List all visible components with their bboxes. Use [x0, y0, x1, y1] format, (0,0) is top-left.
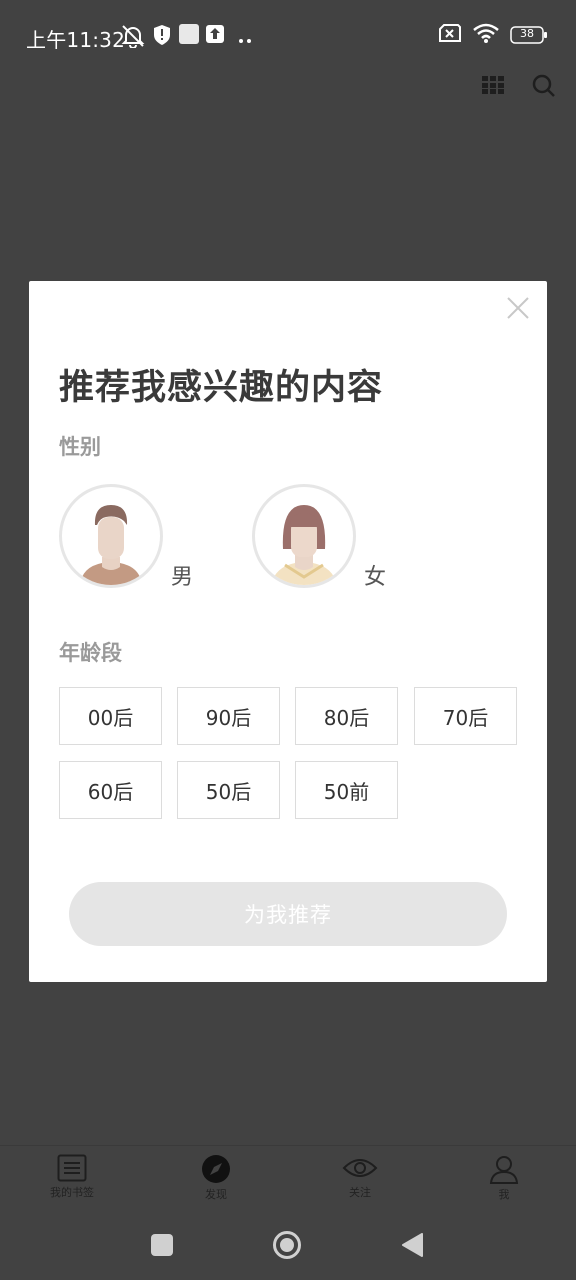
- battery-icon: 38: [510, 26, 548, 44]
- bookmark-list-icon: [57, 1154, 87, 1182]
- grid-icon[interactable]: [482, 76, 504, 98]
- back-triangle-icon[interactable]: [402, 1233, 424, 1261]
- recommend-button[interactable]: 为我推荐: [69, 882, 507, 946]
- bottom-nav: 我的书签 发现 关注 我: [0, 1145, 576, 1210]
- gender-label-male: 男: [171, 565, 194, 590]
- dialog-title: 推荐我感兴趣的内容: [59, 368, 384, 408]
- male-avatar-icon: [59, 484, 163, 588]
- upload-icon: [206, 24, 224, 48]
- nav-item-bookmarks[interactable]: 我的书签: [32, 1154, 112, 1200]
- age-option-60[interactable]: 60后: [59, 761, 162, 819]
- nav-label-bookmarks: 我的书签: [50, 1186, 94, 1199]
- status-bar: 上午11:32 38: [0, 0, 576, 72]
- nav-item-follow[interactable]: 关注: [320, 1154, 400, 1200]
- wifi-icon: [472, 22, 500, 48]
- more-dots-icon: [238, 30, 254, 49]
- shield-icon: [153, 24, 171, 50]
- square-icon: [179, 24, 199, 48]
- age-section-label: 年龄段: [59, 641, 122, 665]
- age-option-50[interactable]: 50后: [177, 761, 280, 819]
- gender-label-female: 女: [364, 565, 387, 590]
- nav-item-me[interactable]: 我: [464, 1154, 544, 1202]
- system-nav-bar: [0, 1210, 576, 1280]
- gender-section-label: 性别: [59, 435, 101, 459]
- age-option-pre50[interactable]: 50前: [295, 761, 398, 819]
- age-option-90[interactable]: 90后: [177, 687, 280, 745]
- nav-label-follow: 关注: [349, 1186, 371, 1199]
- age-option-70[interactable]: 70后: [414, 687, 517, 745]
- search-icon[interactable]: [532, 74, 556, 102]
- recommend-dialog: 推荐我感兴趣的内容 性别 男 女 年龄段 00后 90后 80后 70后 60后…: [29, 281, 547, 982]
- status-right-group: 38: [438, 22, 548, 48]
- status-time: 上午11:32: [26, 28, 126, 52]
- female-avatar-icon: [252, 484, 356, 588]
- compass-icon: [202, 1155, 230, 1183]
- no-sim-icon: [438, 23, 462, 47]
- recents-square-icon[interactable]: [151, 1234, 173, 1260]
- nav-item-discover[interactable]: 发现: [176, 1154, 256, 1202]
- nav-label-discover: 发现: [205, 1188, 227, 1201]
- nav-label-me: 我: [498, 1188, 510, 1201]
- battery-level: 38: [520, 27, 534, 40]
- mute-bell-icon: [120, 24, 146, 52]
- home-circle-icon[interactable]: [272, 1230, 302, 1264]
- age-option-00[interactable]: 00后: [59, 687, 162, 745]
- age-option-80[interactable]: 80后: [295, 687, 398, 745]
- person-icon: [489, 1156, 519, 1184]
- close-icon[interactable]: [505, 295, 531, 321]
- eye-icon: [342, 1159, 378, 1177]
